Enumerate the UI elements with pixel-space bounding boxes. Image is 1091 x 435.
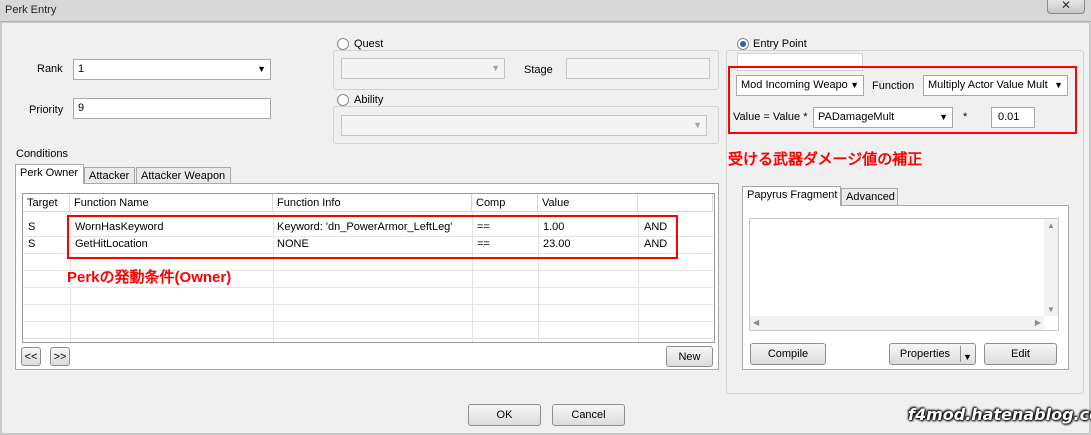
grid-line xyxy=(23,338,713,339)
next-button[interactable]: >> xyxy=(50,347,70,366)
multiply-sign: * xyxy=(963,111,968,123)
function-label: Function xyxy=(872,80,915,92)
stage-field[interactable] xyxy=(566,58,710,79)
entry-point-radio[interactable] xyxy=(737,38,749,50)
quest-radio[interactable] xyxy=(337,38,349,50)
edit-button[interactable]: Edit xyxy=(984,343,1057,365)
column-header[interactable]: Function Name xyxy=(70,194,273,212)
priority-value: 9 xyxy=(78,102,85,114)
conditions-highlight xyxy=(67,215,678,259)
rank-label: Rank xyxy=(37,63,63,75)
chevron-down-icon: ▼ xyxy=(257,64,266,74)
rank-dropdown[interactable]: 1 ▼ xyxy=(73,59,271,80)
dialog-client: Rank 1 ▼ Priority 9 Quest ▼ Stage Abilit… xyxy=(2,23,1091,433)
actor-value-dropdown[interactable]: PADamageMult ▼ xyxy=(813,107,953,128)
priority-label: Priority xyxy=(29,104,64,116)
quest-label: Quest xyxy=(352,38,386,50)
horizontal-scrollbar[interactable]: ◀ ▶ xyxy=(750,316,1044,330)
rank-value: 1 xyxy=(78,63,85,75)
ok-button[interactable]: OK xyxy=(468,404,541,426)
annotation-conditions: Perkの発動条件(Owner) xyxy=(67,269,232,286)
properties-button[interactable]: Properties ▼ xyxy=(889,343,976,365)
multiplier-value: 0.01 xyxy=(998,111,1020,123)
conditions-label: Conditions xyxy=(16,148,68,160)
ability-radio[interactable] xyxy=(337,94,349,106)
grid-line xyxy=(23,304,713,305)
vertical-scrollbar[interactable]: ▲ ▼ xyxy=(1044,219,1058,316)
grid-line xyxy=(23,321,713,322)
tab-papyrus-fragment[interactable]: Papyrus Fragment xyxy=(742,186,841,206)
entry-point-value: Mod Incoming Weapo xyxy=(741,79,848,91)
split-divider xyxy=(960,346,961,362)
chevron-down-icon: ▼ xyxy=(939,112,948,122)
new-condition-button[interactable]: New xyxy=(666,346,713,367)
tab-perk-owner[interactable]: Perk Owner xyxy=(15,164,84,184)
column-header-blank[interactable] xyxy=(638,194,713,212)
chevron-down-icon: ▼ xyxy=(491,63,500,73)
function-value: Multiply Actor Value Mult xyxy=(928,79,1048,91)
close-icon: ✕ xyxy=(1060,0,1072,12)
function-dropdown[interactable]: Multiply Actor Value Mult ▼ xyxy=(923,75,1068,96)
prev-button[interactable]: << xyxy=(21,347,41,366)
column-header[interactable]: Function Info xyxy=(273,194,472,212)
window-title: Perk Entry xyxy=(5,4,57,16)
priority-field[interactable]: 9 xyxy=(73,98,271,119)
chevron-down-icon: ▼ xyxy=(693,120,702,130)
annotation-entry-point: 受ける武器ダメージ値の補正 xyxy=(728,151,923,168)
tab-advanced[interactable]: Advanced xyxy=(841,188,898,206)
papyrus-text-area[interactable]: ▲ ▼ ◀ ▶ xyxy=(749,218,1059,331)
column-header[interactable]: Comp xyxy=(472,194,538,212)
chevron-down-icon: ▼ xyxy=(1054,80,1063,90)
grid-line xyxy=(23,287,713,288)
column-header[interactable]: Target xyxy=(23,194,70,212)
stage-label: Stage xyxy=(524,64,553,76)
ability-dropdown[interactable]: ▼ xyxy=(341,115,707,136)
value-label: Value = Value * xyxy=(733,111,808,123)
scroll-right-icon[interactable]: ▶ xyxy=(1035,318,1041,327)
close-button[interactable]: ✕ xyxy=(1047,0,1085,14)
multiplier-field[interactable]: 0.01 xyxy=(991,107,1035,128)
title-bar: Perk Entry ✕ xyxy=(0,0,1091,22)
cancel-button[interactable]: Cancel xyxy=(552,404,625,426)
scroll-down-icon[interactable]: ▼ xyxy=(1047,305,1055,314)
ability-label: Ability xyxy=(352,94,386,106)
watermark: f4mod.hatenablog.com xyxy=(908,405,1091,424)
scroll-up-icon[interactable]: ▲ xyxy=(1047,221,1055,230)
scroll-left-icon[interactable]: ◀ xyxy=(753,318,759,327)
entry-point-label: Entry Point xyxy=(751,38,809,50)
column-header[interactable]: Value xyxy=(538,194,638,212)
chevron-down-icon: ▼ xyxy=(850,80,859,90)
actor-value-value: PADamageMult xyxy=(818,111,895,123)
entry-point-dropdown[interactable]: Mod Incoming Weapo ▼ xyxy=(736,75,864,96)
quest-dropdown[interactable]: ▼ xyxy=(341,58,505,79)
chevron-down-icon[interactable]: ▼ xyxy=(963,348,972,362)
compile-button[interactable]: Compile xyxy=(750,343,826,365)
